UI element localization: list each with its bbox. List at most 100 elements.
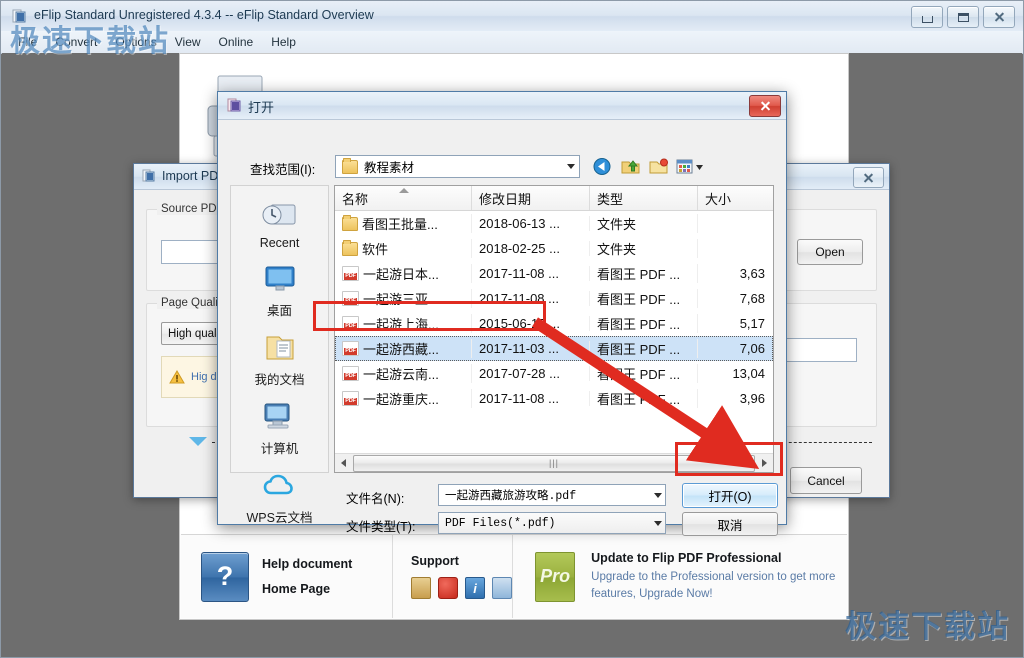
menu-convert[interactable]: Convert bbox=[46, 33, 106, 51]
file-name-text: 一起游日本... bbox=[363, 267, 439, 282]
import-close-button[interactable] bbox=[853, 167, 884, 188]
pro-upgrade-section[interactable]: Pro Update to Flip PDF Professional Upgr… bbox=[513, 535, 847, 618]
column-header-date[interactable]: 修改日期 bbox=[472, 186, 590, 210]
filetype-label: 文件类型(T): bbox=[346, 520, 416, 534]
manual-icon[interactable] bbox=[411, 577, 431, 599]
file-name-cell: PDF 一起游上海... bbox=[335, 314, 472, 333]
menu-options[interactable]: Options bbox=[106, 33, 165, 51]
help-question-icon[interactable]: ? bbox=[201, 551, 249, 602]
filename-dropdown-arrow[interactable] bbox=[650, 484, 666, 506]
file-size-cell: 7,06 bbox=[739, 341, 765, 356]
chevron-down-icon bbox=[654, 520, 662, 526]
open-dialog-body: 查找范围(I): 教程素材 Recent 桌面 我的文档 计算机 WPS云文档 … bbox=[218, 119, 786, 536]
open-button[interactable]: 打开(O) bbox=[682, 483, 778, 508]
place-recent[interactable]: Recent bbox=[231, 198, 328, 250]
file-size-cell: 13,04 bbox=[732, 366, 765, 381]
cancel-button[interactable]: 取消 bbox=[682, 512, 778, 536]
file-type-cell: 看图王 PDF ... bbox=[590, 389, 698, 408]
file-name-text: 一起游云南... bbox=[363, 367, 439, 382]
menu-online[interactable]: Online bbox=[210, 33, 263, 51]
lookin-dropdown-arrow[interactable] bbox=[562, 155, 580, 178]
scrollbar-thumb[interactable]: ||| bbox=[353, 454, 755, 472]
info-icon[interactable]: i bbox=[465, 577, 485, 599]
menu-help[interactable]: Help bbox=[262, 33, 305, 51]
home-page-link[interactable]: Home Page bbox=[262, 582, 352, 596]
my-documents-icon bbox=[259, 331, 301, 367]
table-row[interactable]: 软件 2018-02-25 ... 文件夹 bbox=[335, 236, 773, 261]
place-computer[interactable]: 计算机 bbox=[231, 400, 328, 457]
table-row[interactable]: 看图王批量... 2018-06-13 ... 文件夹 bbox=[335, 211, 773, 236]
import-cancel-button[interactable]: Cancel bbox=[790, 467, 862, 494]
support-icons: i bbox=[411, 577, 512, 599]
place-label: 桌面 bbox=[266, 304, 292, 318]
horizontal-scrollbar[interactable]: ||| bbox=[335, 453, 773, 472]
place-wps-cloud[interactable]: WPS云文档 bbox=[231, 469, 328, 526]
source-open-button[interactable]: Open bbox=[797, 239, 863, 265]
filetype-select[interactable]: PDF Files(*.pdf) bbox=[438, 512, 666, 534]
minimize-button[interactable] bbox=[911, 6, 943, 28]
pro-description: Upgrade to the Professional version to g… bbox=[591, 570, 836, 600]
filename-label: 文件名(N): bbox=[346, 492, 405, 506]
menu-file[interactable]: File bbox=[9, 33, 46, 51]
scroll-left-button[interactable] bbox=[335, 455, 352, 471]
file-type-cell: 看图王 PDF ... bbox=[590, 314, 698, 333]
place-my-documents[interactable]: 我的文档 bbox=[231, 331, 328, 388]
pdf-icon: PDF bbox=[342, 266, 359, 281]
up-folder-icon[interactable] bbox=[620, 157, 641, 176]
expander-triangle-icon[interactable] bbox=[189, 437, 207, 446]
file-date-cell: 2017-11-08 ... bbox=[472, 291, 590, 306]
lookin-select[interactable]: 教程素材 bbox=[335, 155, 580, 178]
support-title: Support bbox=[411, 554, 459, 568]
pro-text: Update to Flip PDF Professional Upgrade … bbox=[591, 551, 847, 602]
file-date-cell: 2015-06-15 ... bbox=[472, 316, 590, 331]
column-header-type[interactable]: 类型 bbox=[590, 186, 698, 210]
file-size-cell: 7,68 bbox=[739, 291, 765, 306]
file-type-cell: 看图王 PDF ... bbox=[590, 364, 698, 383]
table-row[interactable]: PDF 一起游云南... 2017-07-28 ... 看图王 PDF ... 1… bbox=[335, 361, 773, 386]
titlebar: eFlip Standard Unregistered 4.3.4 -- eFl… bbox=[1, 1, 1023, 32]
table-row[interactable]: PDF 一起游上海... 2015-06-15 ... 看图王 PDF ... 5… bbox=[335, 311, 773, 336]
open-dialog-close-button[interactable] bbox=[749, 95, 781, 117]
help-links: Help document Home Page bbox=[262, 557, 352, 596]
open-dialog-title: 打开 bbox=[248, 100, 275, 115]
menu-view[interactable]: View bbox=[166, 33, 210, 51]
filetype-dropdown-arrow[interactable] bbox=[650, 512, 666, 534]
place-label: WPS云文档 bbox=[246, 511, 313, 525]
window-title: eFlip Standard Unregistered 4.3.4 -- eFl… bbox=[34, 8, 374, 22]
close-icon bbox=[863, 172, 874, 183]
file-type-cell: 文件夹 bbox=[590, 214, 698, 233]
table-row[interactable]: PDF 一起游三亚... 2017-11-08 ... 看图王 PDF ... 7… bbox=[335, 286, 773, 311]
table-row-selected[interactable]: PDF 一起游西藏... 2017-11-03 ... 看图王 PDF ... 7… bbox=[335, 336, 773, 361]
help-document-link[interactable]: Help document bbox=[262, 557, 352, 571]
pdf-icon[interactable] bbox=[438, 577, 458, 599]
pdf-icon: PDF bbox=[342, 341, 359, 356]
file-size-cell: 5,17 bbox=[739, 316, 765, 331]
filename-input[interactable]: 一起游西藏旅游攻略.pdf bbox=[438, 484, 666, 506]
table-row[interactable]: PDF 一起游重庆... 2017-11-08 ... 看图王 PDF ... 3… bbox=[335, 386, 773, 411]
column-header-name[interactable]: 名称 bbox=[335, 186, 472, 210]
file-name-cell: 软件 bbox=[335, 239, 472, 258]
file-date-cell: 2017-11-03 ... bbox=[472, 341, 590, 356]
sort-ascending-icon bbox=[399, 188, 409, 193]
pdf-icon: PDF bbox=[342, 391, 359, 406]
file-name-text: 一起游上海... bbox=[363, 317, 439, 332]
file-name-text: 一起游西藏... bbox=[363, 342, 439, 357]
file-name-text: 软件 bbox=[362, 242, 389, 257]
maximize-button[interactable] bbox=[947, 6, 979, 28]
view-mode-icon[interactable] bbox=[676, 157, 703, 176]
import-app-icon bbox=[142, 169, 156, 183]
download-icon[interactable] bbox=[492, 577, 512, 599]
desktop-icon bbox=[259, 262, 301, 298]
place-desktop[interactable]: 桌面 bbox=[231, 262, 328, 319]
column-header-size[interactable]: 大小 bbox=[698, 186, 773, 210]
file-name-text: 一起游三亚... bbox=[363, 292, 439, 307]
computer-icon bbox=[259, 400, 301, 436]
file-list[interactable]: 名称 修改日期 类型 大小 看图王批量... 2018-06-13 ... 文件… bbox=[334, 185, 774, 473]
folder-icon bbox=[342, 157, 358, 174]
warning-icon bbox=[169, 370, 185, 384]
back-icon[interactable] bbox=[592, 157, 613, 176]
new-folder-icon[interactable] bbox=[648, 157, 669, 176]
table-row[interactable]: PDF 一起游日本... 2017-11-08 ... 看图王 PDF ... 3… bbox=[335, 261, 773, 286]
close-button[interactable] bbox=[983, 6, 1015, 28]
scroll-right-button[interactable] bbox=[756, 455, 773, 471]
